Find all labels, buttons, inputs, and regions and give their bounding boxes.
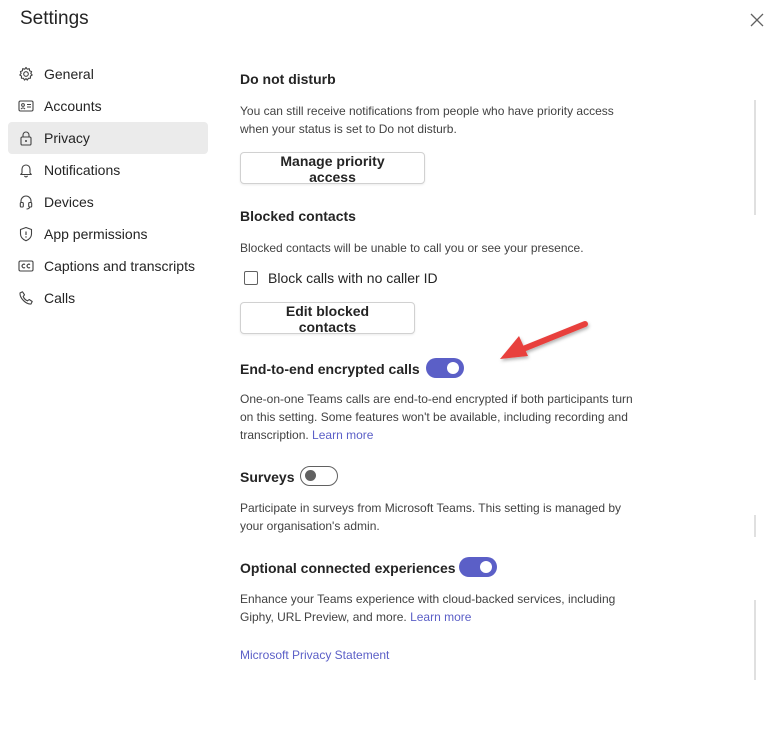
sidebar-item-label: Devices bbox=[44, 194, 94, 210]
blocked-contacts-heading: Blocked contacts bbox=[240, 208, 356, 224]
surveys-toggle[interactable] bbox=[300, 466, 338, 486]
optional-experiences-toggle[interactable] bbox=[459, 557, 497, 577]
sidebar-item-label: Notifications bbox=[44, 162, 121, 178]
headset-icon bbox=[18, 194, 34, 210]
surveys-description: Participate in surveys from Microsoft Te… bbox=[240, 499, 621, 535]
toggle-knob bbox=[480, 561, 492, 573]
id-card-icon bbox=[18, 98, 34, 114]
e2e-heading: End-to-end encrypted calls bbox=[240, 361, 420, 377]
dnd-desc-line: You can still receive notifications from… bbox=[240, 104, 614, 118]
sidebar-item-label: Captions and transcripts bbox=[44, 258, 195, 274]
sidebar-item-label: Privacy bbox=[44, 130, 90, 146]
surveys-desc-line: Participate in surveys from Microsoft Te… bbox=[240, 501, 622, 515]
edit-blocked-contacts-button[interactable]: Edit blocked contacts bbox=[240, 302, 415, 335]
sidebar-item-label: Calls bbox=[44, 290, 76, 306]
sidebar-item-label: Accounts bbox=[44, 98, 102, 114]
bell-icon bbox=[18, 162, 34, 178]
gear-icon bbox=[18, 66, 34, 82]
lock-icon bbox=[18, 130, 34, 146]
dnd-heading: Do not disturb bbox=[240, 71, 336, 87]
settings-sidebar: General Accounts Privacy Notifications D… bbox=[8, 58, 208, 314]
e2e-desc-line: One-on-one Teams calls are end-to-end en… bbox=[240, 392, 633, 406]
annotation-arrow-icon bbox=[500, 321, 588, 359]
cc-icon bbox=[18, 258, 34, 274]
toggle-knob bbox=[305, 470, 316, 481]
sidebar-item-devices[interactable]: Devices bbox=[8, 186, 208, 218]
scrollbar-track[interactable] bbox=[754, 600, 756, 680]
dnd-description: You can still receive notifications from… bbox=[240, 102, 614, 138]
blocked-contacts-description: Blocked contacts will be unable to call … bbox=[240, 241, 584, 255]
e2e-desc-line: on this setting. Some features won't be … bbox=[240, 410, 628, 424]
optional-desc-text: Giphy, URL Preview, and more. bbox=[240, 610, 407, 624]
sidebar-item-accounts[interactable]: Accounts bbox=[8, 90, 208, 122]
e2e-toggle[interactable] bbox=[426, 358, 464, 378]
sidebar-item-privacy[interactable]: Privacy bbox=[8, 122, 208, 154]
sidebar-item-label: General bbox=[44, 66, 94, 82]
optional-experiences-heading: Optional connected experiences bbox=[240, 560, 456, 576]
sidebar-item-captions[interactable]: Captions and transcripts bbox=[8, 250, 208, 282]
optional-desc-line: Enhance your Teams experience with cloud… bbox=[240, 592, 616, 606]
settings-title: Settings bbox=[20, 8, 89, 29]
optional-desc-line: Giphy, URL Preview, and more. Learn more bbox=[240, 608, 615, 626]
phone-icon bbox=[18, 290, 34, 306]
close-icon[interactable] bbox=[747, 10, 767, 30]
sidebar-item-calls[interactable]: Calls bbox=[8, 282, 208, 314]
scrollbar-track[interactable] bbox=[754, 100, 756, 215]
block-no-caller-id-label: Block calls with no caller ID bbox=[268, 270, 438, 286]
shield-icon bbox=[18, 226, 34, 242]
sidebar-item-app-permissions[interactable]: App permissions bbox=[8, 218, 208, 250]
e2e-learn-more-link[interactable]: Learn more bbox=[312, 428, 373, 442]
surveys-heading: Surveys bbox=[240, 469, 295, 485]
e2e-description: One-on-one Teams calls are end-to-end en… bbox=[240, 390, 660, 444]
e2e-desc-text: transcription. bbox=[240, 428, 309, 442]
sidebar-item-notifications[interactable]: Notifications bbox=[8, 154, 208, 186]
privacy-statement-link[interactable]: Microsoft Privacy Statement bbox=[240, 646, 389, 664]
dnd-desc-line: when your status is set to Do not distur… bbox=[240, 122, 457, 136]
optional-learn-more-link[interactable]: Learn more bbox=[410, 610, 471, 624]
surveys-desc-line: your organisation's admin. bbox=[240, 519, 380, 533]
sidebar-item-label: App permissions bbox=[44, 226, 148, 242]
block-no-caller-id-row[interactable]: Block calls with no caller ID bbox=[244, 270, 438, 286]
scrollbar-track[interactable] bbox=[754, 515, 756, 537]
e2e-desc-line: transcription. Learn more bbox=[240, 426, 660, 444]
toggle-knob bbox=[447, 362, 459, 374]
sidebar-item-general[interactable]: General bbox=[8, 58, 208, 90]
optional-experiences-description: Enhance your Teams experience with cloud… bbox=[240, 590, 615, 626]
manage-priority-access-button[interactable]: Manage priority access bbox=[240, 152, 425, 185]
block-no-caller-id-checkbox[interactable] bbox=[244, 271, 258, 285]
